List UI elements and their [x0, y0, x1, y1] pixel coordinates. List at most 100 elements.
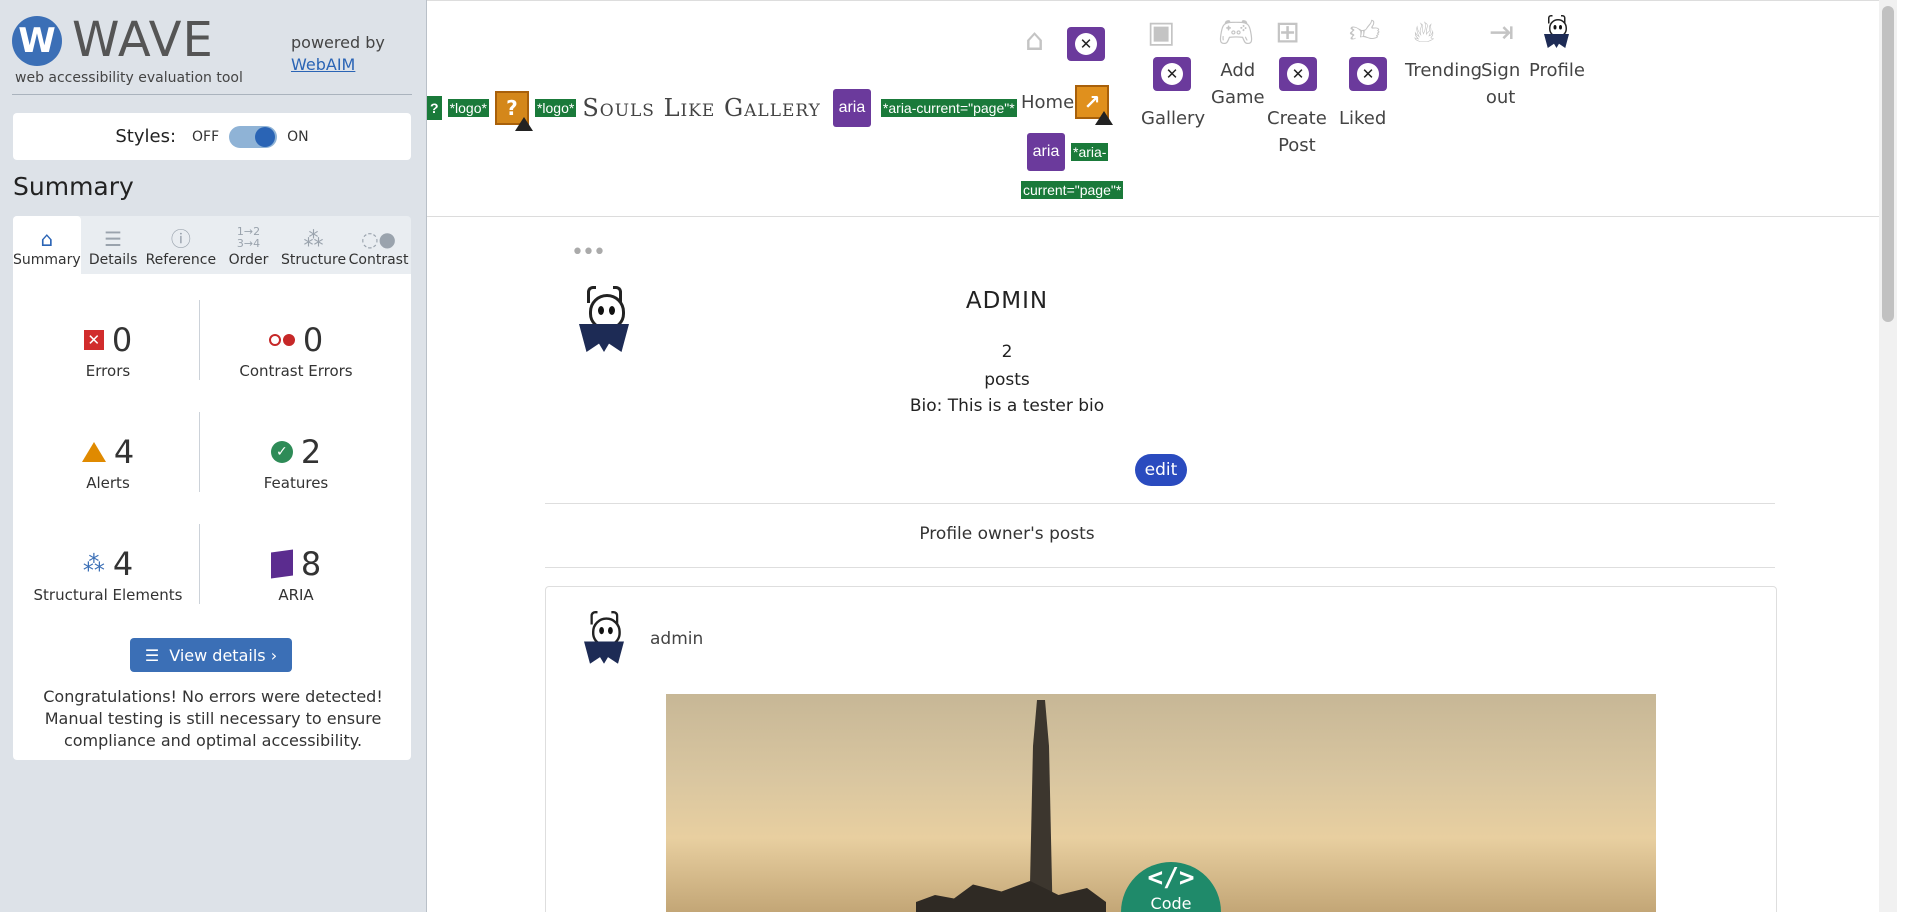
tab-label: Reference — [145, 252, 217, 268]
errors-label: Errors — [85, 362, 131, 380]
alerts-label: Alerts — [86, 474, 130, 492]
wave-code-toggle[interactable]: </> Code — [1121, 862, 1221, 912]
tab-summary[interactable]: ⌂ Summary — [13, 216, 81, 274]
sign-out-icon-wrap[interactable]: ⇥ — [1489, 18, 1514, 50]
profile-large-avatar — [569, 286, 639, 360]
page-scrollbar[interactable] — [1879, 0, 1897, 912]
wave-feature-icon[interactable]: ? — [427, 96, 442, 120]
plus-square-icon: ⊞ — [1275, 15, 1301, 50]
gallery-icon-wrap[interactable]: ▣ — [1147, 18, 1175, 50]
nav-create-post[interactable]: Create Post — [1267, 105, 1327, 159]
tab-order[interactable]: 1→2 3→4 Order — [216, 216, 281, 274]
home-icon: ⌂ — [1025, 23, 1045, 58]
stat-structural[interactable]: ⁂ 4 Structural Elements — [13, 544, 203, 604]
structural-label: Structural Elements — [33, 586, 183, 604]
site-viewport: ? *logo* ? *logo* Souls Like Gallery ari… — [427, 0, 1897, 912]
post-author-avatar[interactable] — [576, 611, 632, 670]
post-count-label: posts — [984, 370, 1030, 390]
wave-logo-badge: *logo* — [447, 99, 489, 117]
wave-aria-hidden-icon[interactable]: ✕ — [1067, 27, 1105, 61]
nav-add-game[interactable]: Add Game — [1211, 57, 1265, 111]
fire-icon: 🔥︎ — [1413, 15, 1436, 50]
wave-aria-hidden-icon[interactable]: ✕ — [1349, 57, 1387, 91]
summary-panel: ✕ 0 Errors 0 Contrast Errors 4 Alerts ✓ 2 … — [13, 274, 411, 760]
tab-details[interactable]: ☰ Details — [81, 216, 146, 274]
features-label: Features — [263, 474, 329, 492]
styles-off-label: OFF — [192, 128, 220, 145]
post-count-value: 2 — [1001, 342, 1013, 362]
errors-count: 0 — [111, 321, 133, 359]
wave-logo-icon[interactable]: W — [12, 16, 62, 66]
nav-liked[interactable]: Liked — [1339, 105, 1386, 132]
contrast-errors-count: 0 — [302, 321, 324, 359]
aria-current-badge: *aria-current="page"* — [880, 99, 1017, 117]
ruins-silhouette — [916, 881, 1106, 912]
nav-create-post-line1: Create — [1267, 108, 1327, 129]
view-details-label: View details › — [169, 645, 278, 665]
thumbs-up-icon-wrap[interactable]: 👍︎ — [1349, 18, 1380, 50]
nav-home[interactable]: Home — [1021, 89, 1074, 116]
options-menu-dots[interactable]: ••• — [571, 240, 606, 265]
post-author-name[interactable]: admin — [650, 629, 703, 649]
fire-icon-wrap[interactable]: 🔥︎ — [1413, 18, 1435, 50]
structure-icon: ⁂ — [82, 551, 105, 577]
tab-reference[interactable]: ⓘ Reference — [146, 216, 217, 274]
divider — [545, 567, 1775, 568]
aria-label: ARIA — [278, 586, 314, 604]
nav-profile[interactable]: Profile — [1529, 57, 1585, 84]
wave-tagline: web accessibility evaluation tool — [15, 70, 243, 86]
list-icon: ☰ — [104, 227, 123, 251]
close-icon: ✕ — [1161, 63, 1183, 85]
tab-label: Contrast — [348, 252, 409, 268]
summary-heading: Summary — [13, 172, 134, 201]
toggle-knob — [255, 126, 276, 147]
warning-icon — [1095, 111, 1113, 125]
stat-aria[interactable]: 8 ARIA — [201, 544, 391, 604]
scrollbar-thumb[interactable] — [1882, 6, 1894, 322]
aria-icon[interactable]: aria — [1027, 133, 1065, 171]
wave-alert-image-icon[interactable]: ? — [494, 91, 533, 131]
gamepad-icon-wrap[interactable]: 🎮︎ — [1217, 18, 1255, 50]
code-label: Code — [1150, 894, 1192, 912]
wave-alert-link-icon[interactable]: ↗ — [1075, 85, 1113, 125]
gallery-icon: ▣ — [1147, 15, 1176, 50]
sign-out-icon: ⇥ — [1489, 15, 1515, 50]
aria-current-badge: *aria- — [1071, 143, 1109, 161]
nav-sign-out-line1: Sign — [1481, 60, 1521, 81]
styles-toggle[interactable] — [229, 125, 278, 148]
stat-features[interactable]: ✓ 2 Features — [201, 432, 391, 492]
tab-contrast[interactable]: ◌● Contrast — [346, 216, 411, 274]
info-icon: ⓘ — [170, 227, 191, 251]
order-icon: 1→2 3→4 — [236, 225, 261, 250]
structure-icon: ⁂ — [303, 227, 324, 251]
post-count: 2 posts — [827, 338, 1187, 394]
aria-icon[interactable]: aria — [832, 89, 871, 127]
wave-aria-hidden-icon[interactable]: ✕ — [1279, 57, 1317, 91]
wave-brand: W WAVE web accessibility evaluation tool… — [12, 12, 412, 95]
edit-profile-button[interactable]: edit — [1135, 454, 1187, 486]
list-icon: ☰ — [144, 645, 160, 665]
stat-errors[interactable]: ✕ 0 Errors — [13, 320, 203, 380]
site-brand-title[interactable]: Souls Like Gallery — [582, 94, 821, 122]
contrast-icon: ◌● — [361, 227, 397, 251]
nav-gallery[interactable]: Gallery — [1141, 105, 1205, 132]
nav-add-game-line2: Game — [1211, 87, 1265, 108]
nav-home-icon-wrap[interactable]: ⌂ — [1025, 26, 1044, 58]
plus-square-icon-wrap[interactable]: ⊞ — [1275, 18, 1300, 50]
nav-trending[interactable]: Trending — [1405, 57, 1482, 84]
view-details-button[interactable]: ☰ View details › — [130, 638, 292, 672]
tab-structure[interactable]: ⁂ Structure — [281, 216, 346, 274]
webaim-link[interactable]: WebAIM — [291, 55, 355, 74]
aria-icon — [270, 549, 293, 579]
congrats-message: Congratulations! No errors were detected… — [43, 687, 383, 750]
wave-aria-hidden-icon[interactable]: ✕ — [1153, 57, 1191, 91]
profile-avatar[interactable] — [1539, 15, 1574, 52]
powered-by: powered by WebAIM — [291, 32, 385, 76]
close-icon: ✕ — [1357, 63, 1379, 85]
nav-sign-out[interactable]: Sign out — [1481, 57, 1520, 111]
alerts-count: 4 — [113, 433, 135, 471]
site-header: ? *logo* ? *logo* Souls Like Gallery ari… — [427, 0, 1897, 217]
close-icon: ✕ — [1287, 63, 1309, 85]
stat-alerts[interactable]: 4 Alerts — [13, 432, 203, 492]
stat-contrast-errors[interactable]: 0 Contrast Errors — [201, 320, 391, 380]
